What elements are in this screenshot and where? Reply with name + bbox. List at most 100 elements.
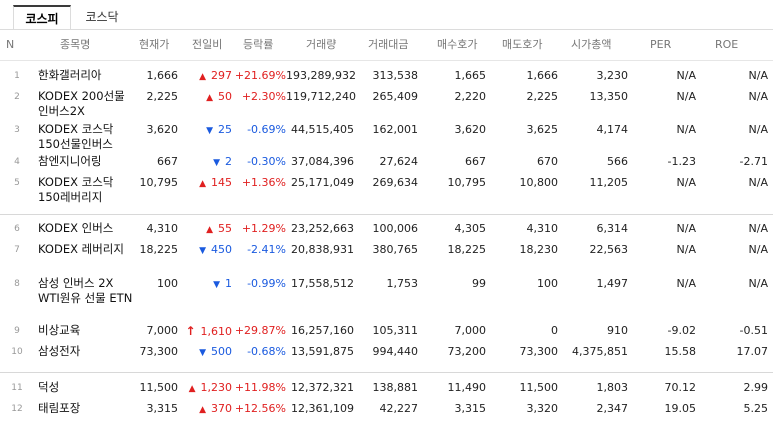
trade-amount: 42,227 (379, 402, 419, 415)
header-col-n[interactable]: N (6, 30, 14, 60)
stock-name-link[interactable]: KODEX 200선물인버스2X (38, 89, 135, 119)
roe-value: N/A (748, 222, 768, 235)
change-rate: +1.29% (241, 222, 286, 235)
current-price: 7,000 (146, 324, 179, 337)
trade-amount: 269,634 (372, 176, 419, 189)
trade-volume: 20,838,931 (291, 243, 354, 256)
per-value: N/A (676, 90, 696, 103)
current-price: 2,225 (146, 90, 179, 103)
stock-name-link[interactable]: 참엔지니어링 (38, 154, 135, 169)
stock-name-link[interactable]: 태림포장 (38, 401, 135, 416)
header-col-cap[interactable]: 시가총액 (571, 30, 611, 60)
roe-value: -2.71 (739, 155, 768, 168)
header-col-per[interactable]: PER (650, 30, 671, 60)
row-number: 5 (14, 178, 20, 188)
stock-name-link[interactable]: KODEX 인버스 (38, 221, 135, 236)
header-col-roe[interactable]: ROE (715, 30, 738, 60)
header-col-ask[interactable]: 매도호가 (502, 30, 542, 60)
market-cap: 1,497 (596, 277, 629, 290)
roe-value: N/A (748, 69, 768, 82)
trade-volume: 37,084,396 (291, 155, 354, 168)
change-rate: -2.41% (247, 243, 286, 256)
group-divider (0, 214, 773, 215)
per-value: N/A (676, 69, 696, 82)
ask-price: 18,230 (519, 243, 559, 256)
trade-amount: 313,538 (372, 69, 419, 82)
down-arrow-icon: ▼ (206, 126, 213, 136)
bid-price: 3,620 (454, 123, 487, 136)
current-price: 3,315 (146, 402, 179, 415)
trade-amount: 994,440 (372, 345, 419, 358)
trade-amount: 27,624 (379, 155, 419, 168)
per-value: N/A (676, 277, 696, 290)
per-value: -9.02 (667, 324, 696, 337)
roe-value: -0.51 (739, 324, 768, 337)
trade-volume: 17,558,512 (291, 277, 354, 290)
header-col-amount[interactable]: 거래대금 (368, 30, 408, 60)
trade-amount: 162,001 (372, 123, 419, 136)
row-number: 9 (14, 326, 20, 336)
market-cap: 2,347 (596, 402, 629, 415)
row-number: 1 (14, 71, 20, 81)
header-col-volume[interactable]: 거래량 (306, 30, 336, 60)
up-arrow-icon: ▲ (199, 179, 206, 189)
change-value: 2 (225, 155, 232, 168)
change-value: 1,230 (200, 381, 233, 394)
trade-amount: 100,006 (372, 222, 419, 235)
stock-name-link[interactable]: 삼성 인버스 2X WTI원유 선물 ETN (38, 276, 135, 306)
stock-name-link[interactable]: KODEX 코스닥150레버리지 (38, 175, 135, 205)
current-price: 3,620 (146, 123, 179, 136)
bid-price: 4,305 (454, 222, 487, 235)
change-value: 450 (211, 243, 232, 256)
bid-price: 3,315 (454, 402, 487, 415)
roe-value: N/A (748, 123, 768, 136)
change-value: 370 (211, 402, 232, 415)
trade-amount: 380,765 (372, 243, 419, 256)
stock-name-link[interactable]: KODEX 레버리지 (38, 242, 135, 257)
per-value: N/A (676, 176, 696, 189)
per-value: 19.05 (664, 402, 697, 415)
up-arrow-icon: ▲ (206, 225, 213, 235)
bid-price: 7,000 (454, 324, 487, 337)
stock-name-link[interactable]: 비상교육 (38, 323, 135, 338)
bid-price: 99 (472, 277, 486, 290)
stock-name-link[interactable]: 한화갤러리아 (38, 68, 135, 83)
trade-amount: 265,409 (372, 90, 419, 103)
header-col-name[interactable]: 종목명 (60, 30, 90, 60)
trade-amount: 105,311 (372, 324, 419, 337)
change-rate: +11.98% (234, 381, 286, 394)
per-value: N/A (676, 123, 696, 136)
row-number: 11 (11, 383, 23, 393)
stock-name-link[interactable]: 삼성전자 (38, 344, 135, 359)
price-change: ▲ 1,230 (182, 381, 232, 394)
current-price: 1,666 (146, 69, 179, 82)
roe-value: N/A (748, 176, 768, 189)
tab-kospi[interactable]: 코스피 (13, 5, 71, 30)
header-col-rate[interactable]: 등락률 (243, 30, 273, 60)
header-col-price[interactable]: 현재가 (139, 30, 169, 60)
change-rate: -0.30% (247, 155, 286, 168)
header-col-change[interactable]: 전일비 (192, 30, 222, 60)
tab-kosdaq[interactable]: 코스닥 (73, 5, 131, 30)
trade-volume: 16,257,160 (291, 324, 354, 337)
trade-volume: 13,591,875 (291, 345, 354, 358)
price-change: ▼ 450 (182, 243, 232, 256)
price-change: ▼ 1 (182, 277, 232, 290)
change-rate: -0.69% (247, 123, 286, 136)
change-value: 1 (225, 277, 232, 290)
change-rate: +12.56% (234, 402, 286, 415)
up-arrow-icon: ▲ (206, 93, 213, 103)
ask-price: 1,666 (526, 69, 559, 82)
roe-value: 2.99 (743, 381, 769, 394)
row-number: 12 (11, 404, 23, 414)
stock-name-link[interactable]: 덕성 (38, 380, 135, 395)
stock-name-link[interactable]: KODEX 코스닥150선물인버스 (38, 122, 135, 152)
per-value: 70.12 (664, 381, 697, 394)
change-rate: -0.68% (247, 345, 286, 358)
trade-amount: 138,881 (372, 381, 419, 394)
change-value: 25 (218, 123, 232, 136)
row-number: 4 (14, 157, 20, 167)
roe-value: N/A (748, 243, 768, 256)
change-value: 500 (211, 345, 232, 358)
header-col-bid[interactable]: 매수호가 (437, 30, 477, 60)
